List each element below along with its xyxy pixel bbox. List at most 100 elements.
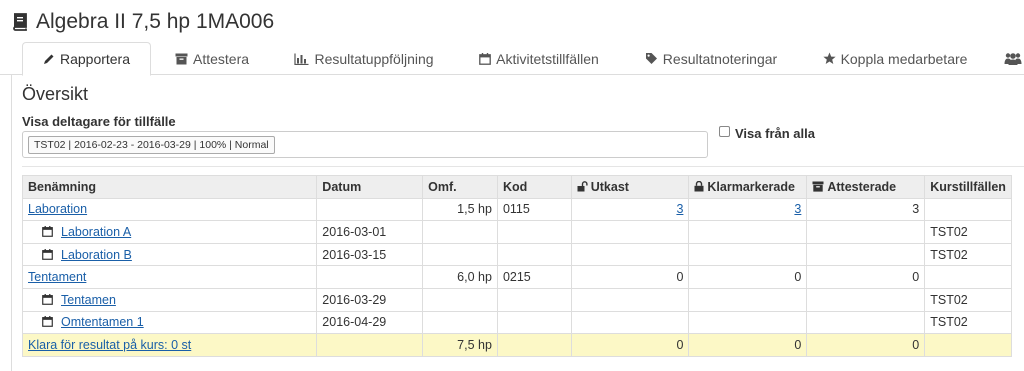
bar-chart-icon	[294, 53, 309, 65]
tab-koppla-medarbetare[interactable]: Koppla medarbetare	[808, 42, 982, 75]
cell-name: Laboration B	[21, 242, 318, 267]
table-header-row: Benämning Datum Omf. Kod Utkast Klarmark…	[21, 175, 1012, 199]
cell-code	[496, 333, 572, 357]
cell-draft: 0	[570, 265, 690, 289]
cell-attested	[806, 242, 926, 267]
participants-select[interactable]: TST02 | 2016-02-23 - 2016-03-29 | 100% |…	[22, 131, 708, 158]
cell-instances: TST02	[924, 310, 1012, 335]
calendar-icon	[42, 293, 53, 305]
draft-count-link[interactable]: 3	[676, 202, 683, 216]
page-title: Algebra II 7,5 hp 1MA006	[12, 8, 274, 36]
cell-name: Tentamen	[21, 287, 318, 312]
col-header-draft[interactable]: Utkast	[570, 175, 690, 199]
col-header-attested[interactable]: Attesterade	[806, 175, 926, 199]
overview-heading: Översikt	[22, 84, 89, 104]
tag-icon	[645, 53, 657, 64]
calendar-icon	[42, 225, 53, 237]
col-header-instances[interactable]: Kurstillfällen	[924, 175, 1012, 199]
book-icon	[13, 13, 27, 31]
table-row: Tentamen 2016-03-29 TST02	[21, 287, 1012, 312]
cell-name: Klara för resultat på kurs: 0 st	[21, 333, 318, 357]
col-header-code[interactable]: Kod	[496, 175, 572, 199]
cell-instances	[924, 333, 1012, 357]
module-link[interactable]: Laboration	[28, 202, 87, 216]
col-header-draft-label: Utkast	[590, 179, 629, 194]
show-all-option[interactable]: Visa från alla	[719, 126, 815, 141]
tab-attestera[interactable]: Attestera	[160, 42, 264, 75]
cell-code	[496, 287, 572, 312]
cell-attested: 0	[806, 265, 926, 289]
cell-name: Laboration	[21, 197, 318, 222]
cell-scope: 6,0 hp	[422, 265, 498, 289]
tab-rapportera[interactable]: Rapportera	[22, 42, 151, 76]
tab-aktivitetstillfallen[interactable]: Aktivitetstillfällen	[466, 42, 612, 75]
table-row: Laboration 1,5 hp 0115 3 3 3	[21, 197, 1012, 222]
cell-attested	[806, 310, 926, 335]
cell-draft	[570, 310, 690, 335]
cell-draft: 0	[570, 333, 690, 357]
activity-link[interactable]: Laboration B	[61, 248, 132, 262]
cell-marked: 0	[688, 333, 808, 357]
tab-resultatuppfoljning[interactable]: Resultatuppföljning	[282, 42, 446, 75]
cell-date: 2016-04-29	[316, 310, 424, 335]
selected-instance-chip[interactable]: TST02 | 2016-02-23 - 2016-03-29 | 100% |…	[28, 136, 275, 154]
table-row: Tentament 6,0 hp 0215 0 0 0	[21, 265, 1012, 289]
cell-date	[316, 265, 424, 289]
cell-scope	[422, 310, 498, 335]
cell-marked	[688, 310, 808, 335]
marked-count-link[interactable]: 3	[794, 202, 801, 216]
table-row: Omtentamen 1 2016-04-29 TST02	[21, 310, 1012, 335]
panel-border	[11, 75, 12, 371]
col-header-attested-label: Attesterade	[827, 179, 897, 194]
cell-draft	[570, 220, 690, 244]
module-link[interactable]: Tentament	[28, 270, 86, 284]
cell-attested: 3	[806, 197, 926, 222]
course-title: Algebra II 7,5 hp 1MA006	[36, 10, 275, 33]
archive-icon	[812, 181, 824, 192]
cell-scope: 1,5 hp	[422, 197, 498, 222]
cell-name: Laboration A	[21, 220, 318, 244]
ready-for-course-result-link[interactable]: Klara för resultat på kurs: 0 st	[28, 338, 191, 352]
cell-code	[496, 242, 572, 267]
cell-draft: 3	[570, 197, 690, 222]
col-header-name[interactable]: Benämning	[21, 175, 318, 199]
cell-instances: TST02	[924, 242, 1012, 267]
cell-instances: TST02	[924, 220, 1012, 244]
col-header-scope[interactable]: Omf.	[422, 175, 498, 199]
cell-date: 2016-03-01	[316, 220, 424, 244]
cell-instances: TST02	[924, 287, 1012, 312]
cell-code: 0215	[496, 265, 572, 289]
cell-attested	[806, 287, 926, 312]
tab-resultatnoteringar[interactable]: Resultatnoteringar	[630, 42, 792, 75]
participants-label: Visa deltagare för tillfälle	[22, 114, 176, 129]
activity-link[interactable]: Tentamen	[61, 293, 116, 307]
col-header-marked[interactable]: Klarmarkerade	[688, 175, 808, 199]
tab-users[interactable]	[1004, 42, 1024, 75]
cell-scope	[422, 287, 498, 312]
cell-date: 2016-03-15	[316, 242, 424, 267]
show-all-label: Visa från alla	[735, 126, 815, 141]
divider	[22, 166, 1024, 167]
table-row: Laboration A 2016-03-01 TST02	[21, 220, 1012, 244]
cell-marked	[688, 287, 808, 312]
cell-date	[316, 333, 424, 357]
cell-scope: 7,5 hp	[422, 333, 498, 357]
calendar-icon	[42, 316, 53, 328]
table-row: Laboration B 2016-03-15 TST02	[21, 242, 1012, 267]
cell-name: Tentament	[21, 265, 318, 289]
cell-scope	[422, 220, 498, 244]
activity-link[interactable]: Laboration A	[61, 225, 131, 239]
results-table: Benämning Datum Omf. Kod Utkast Klarmark…	[21, 175, 1012, 357]
activity-link[interactable]: Omtentamen 1	[61, 315, 144, 329]
col-header-date[interactable]: Datum	[316, 175, 424, 199]
show-all-checkbox[interactable]	[719, 126, 730, 137]
calendar-icon	[42, 248, 53, 260]
tab-bar: Rapportera Attestera Resultatuppföljning…	[0, 42, 1024, 76]
cell-attested	[806, 220, 926, 244]
cell-draft	[570, 242, 690, 267]
cell-code: 0115	[496, 197, 572, 222]
cell-marked	[688, 220, 808, 244]
users-icon	[1004, 53, 1022, 65]
cell-scope	[422, 242, 498, 267]
cell-draft	[570, 287, 690, 312]
